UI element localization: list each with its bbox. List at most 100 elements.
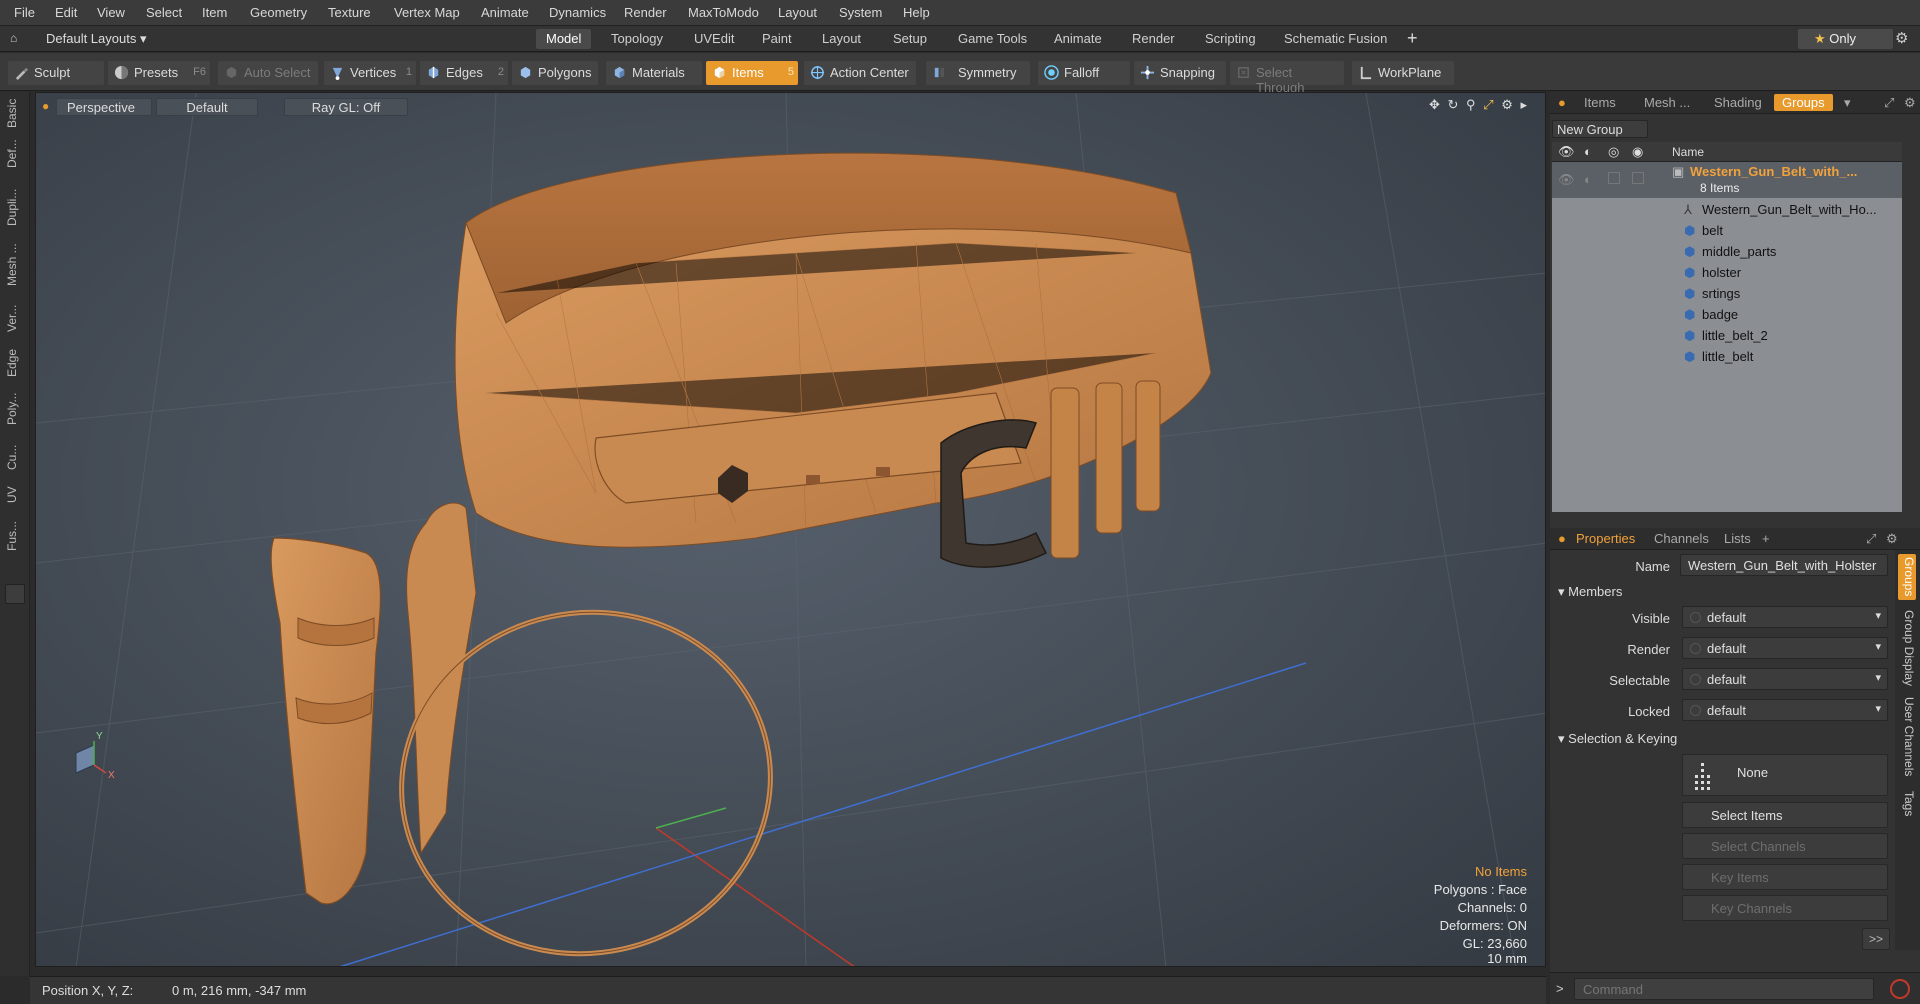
tab-schematic-fusion[interactable]: Schematic Fusion — [1274, 29, 1397, 49]
visible-dropdown[interactable]: default — [1682, 606, 1888, 628]
tab-paint[interactable]: Paint — [752, 29, 802, 49]
tab-scripting[interactable]: Scripting — [1195, 29, 1266, 49]
menu-select[interactable]: Select — [146, 5, 182, 20]
list-item[interactable]: ⅄ Western_Gun_Belt_with_Ho... — [1552, 200, 1902, 221]
members-header[interactable]: ▾ Members — [1558, 584, 1622, 600]
render-icon[interactable]: ◐ — [1584, 144, 1592, 159]
group-row[interactable]: 👁 ◐ ▣ Western_Gun_Belt_with_... 8 Items — [1552, 162, 1902, 198]
menu-render[interactable]: Render — [624, 5, 667, 20]
menu-edit[interactable]: Edit — [55, 5, 77, 20]
chevron-down-icon[interactable]: ▾ — [1844, 95, 1851, 111]
tab-mesh[interactable]: Mesh ... — [5, 240, 25, 290]
tab-uv[interactable]: UV — [5, 480, 25, 510]
tab-deform[interactable]: Def... — [5, 134, 25, 174]
render-dropdown[interactable]: default — [1682, 637, 1888, 659]
selectable-dropdown[interactable]: default — [1682, 668, 1888, 690]
visibility-toggle-icon[interactable]: 👁 — [1558, 172, 1575, 188]
list-item[interactable]: ⬢ little_belt_2 — [1552, 326, 1902, 347]
side-tab-tags[interactable]: Tags — [1898, 786, 1916, 822]
new-group-button[interactable]: New Group — [1552, 120, 1648, 138]
lock-checkbox[interactable] — [1608, 172, 1620, 184]
key-channels-button[interactable]: Key Channels — [1682, 895, 1888, 921]
falloff-button[interactable]: Falloff — [1038, 61, 1130, 85]
fit-icon[interactable]: ⤢ — [1483, 97, 1493, 112]
command-input[interactable] — [1574, 978, 1874, 1000]
only-toggle[interactable]: ★ Only — [1798, 29, 1893, 49]
tab-model[interactable]: Model — [536, 29, 592, 49]
panel-gear-icon[interactable]: ⚙ — [1886, 531, 1898, 547]
group-name[interactable]: Western_Gun_Belt_with_... — [1690, 164, 1857, 179]
tab-items[interactable]: Items — [1584, 95, 1616, 110]
view-mode-selector[interactable]: Perspective — [56, 98, 152, 116]
menu-layout[interactable]: Layout — [778, 5, 817, 20]
shading-selector[interactable]: Default — [156, 98, 258, 116]
raygl-toggle[interactable]: Ray GL: Off — [284, 98, 408, 116]
tab-animate[interactable]: Animate — [1044, 29, 1112, 49]
layout-selector[interactable]: Default Layouts ▾ — [46, 31, 147, 47]
tab-basic[interactable]: Basic — [5, 98, 25, 128]
menu-texture[interactable]: Texture — [328, 5, 371, 20]
symmetry-button[interactable]: Symmetry — [926, 61, 1030, 85]
tab-properties[interactable]: Properties — [1576, 531, 1635, 546]
action-center-button[interactable]: Action Center — [804, 61, 916, 85]
home-icon[interactable]: ⌂ — [10, 31, 17, 45]
tab-duplicate[interactable]: Dupli... — [5, 182, 25, 232]
tab-shading[interactable]: Shading — [1714, 95, 1762, 110]
name-field[interactable]: Western_Gun_Belt_with_Holster — [1680, 554, 1888, 576]
maximize-icon[interactable]: ⤢ — [1884, 95, 1894, 111]
pan-icon[interactable]: ✥ — [1429, 97, 1440, 112]
side-tab-user-channels[interactable]: User Channels — [1898, 694, 1916, 780]
snapping-button[interactable]: Snapping — [1134, 61, 1226, 85]
tab-layout[interactable]: Layout — [812, 29, 871, 49]
tab-mesh-ops[interactable]: Mesh ... — [1644, 95, 1690, 110]
workplane-button[interactable]: WorkPlane — [1352, 61, 1454, 85]
menu-dynamics[interactable]: Dynamics — [549, 5, 606, 20]
eye-icon[interactable]: 👁 — [1558, 144, 1575, 160]
polygons-button[interactable]: Polygons — [512, 61, 598, 85]
menu-item[interactable]: Item — [202, 5, 227, 20]
lock-icon[interactable]: ◎ — [1608, 144, 1619, 160]
rotate-icon[interactable]: ↻ — [1447, 97, 1458, 112]
3d-viewport[interactable]: Y X ● Perspective Default Ray GL: Off ✥ … — [35, 92, 1546, 967]
tab-vertex[interactable]: Ver... — [5, 298, 25, 338]
list-item[interactable]: ⬢ middle_parts — [1552, 242, 1902, 263]
sculpt-button[interactable]: Sculpt — [8, 61, 104, 85]
menu-geometry[interactable]: Geometry — [250, 5, 307, 20]
zoom-icon[interactable]: ⚲ — [1466, 97, 1476, 112]
tab-groups[interactable]: Groups — [1774, 94, 1833, 111]
edges-button[interactable]: Edges 2 — [420, 61, 508, 85]
tab-edge[interactable]: Edge — [5, 346, 25, 380]
select-channels-button[interactable]: Select Channels — [1682, 833, 1888, 859]
add-tab-icon[interactable]: + — [1762, 531, 1770, 546]
menu-help[interactable]: Help — [903, 5, 930, 20]
none-button[interactable]: None — [1682, 754, 1888, 796]
list-item[interactable]: ⬢ badge — [1552, 305, 1902, 326]
tab-fusion[interactable]: Fus... — [5, 516, 25, 556]
list-item[interactable]: ⬢ srtings — [1552, 284, 1902, 305]
materials-button[interactable]: Materials — [606, 61, 702, 85]
menu-view[interactable]: View — [97, 5, 125, 20]
side-tab-group-display[interactable]: Group Display — [1898, 608, 1916, 688]
tab-setup[interactable]: Setup — [883, 29, 937, 49]
gear-icon[interactable]: ⚙ — [1895, 29, 1908, 47]
panel-dot-icon[interactable]: ● — [1558, 95, 1566, 110]
play-icon[interactable]: ▸ — [1520, 97, 1527, 112]
key-items-button[interactable]: Key Items — [1682, 864, 1888, 890]
viewport-menu-icon[interactable]: ● — [42, 99, 49, 113]
menu-animate[interactable]: Animate — [481, 5, 529, 20]
locked-dropdown[interactable]: default — [1682, 699, 1888, 721]
render-toggle-icon[interactable]: ◐ — [1584, 172, 1592, 187]
panel-dot-icon[interactable]: ● — [1558, 531, 1566, 546]
tab-topology[interactable]: Topology — [601, 29, 673, 49]
presets-button[interactable]: Presets F6 — [108, 61, 210, 85]
tab-render[interactable]: Render — [1122, 29, 1185, 49]
tab-lists[interactable]: Lists — [1724, 531, 1751, 546]
viewport-gear-icon[interactable]: ⚙ — [1501, 97, 1513, 112]
tab-curve[interactable]: Cu... — [5, 440, 25, 474]
list-item[interactable]: ⬢ holster — [1552, 263, 1902, 284]
select-items-button[interactable]: Select Items — [1682, 802, 1888, 828]
tab-channels[interactable]: Channels — [1654, 531, 1709, 546]
tab-game-tools[interactable]: Game Tools — [948, 29, 1037, 49]
select-icon[interactable]: ◉ — [1632, 144, 1643, 160]
record-icon[interactable] — [1890, 979, 1910, 999]
